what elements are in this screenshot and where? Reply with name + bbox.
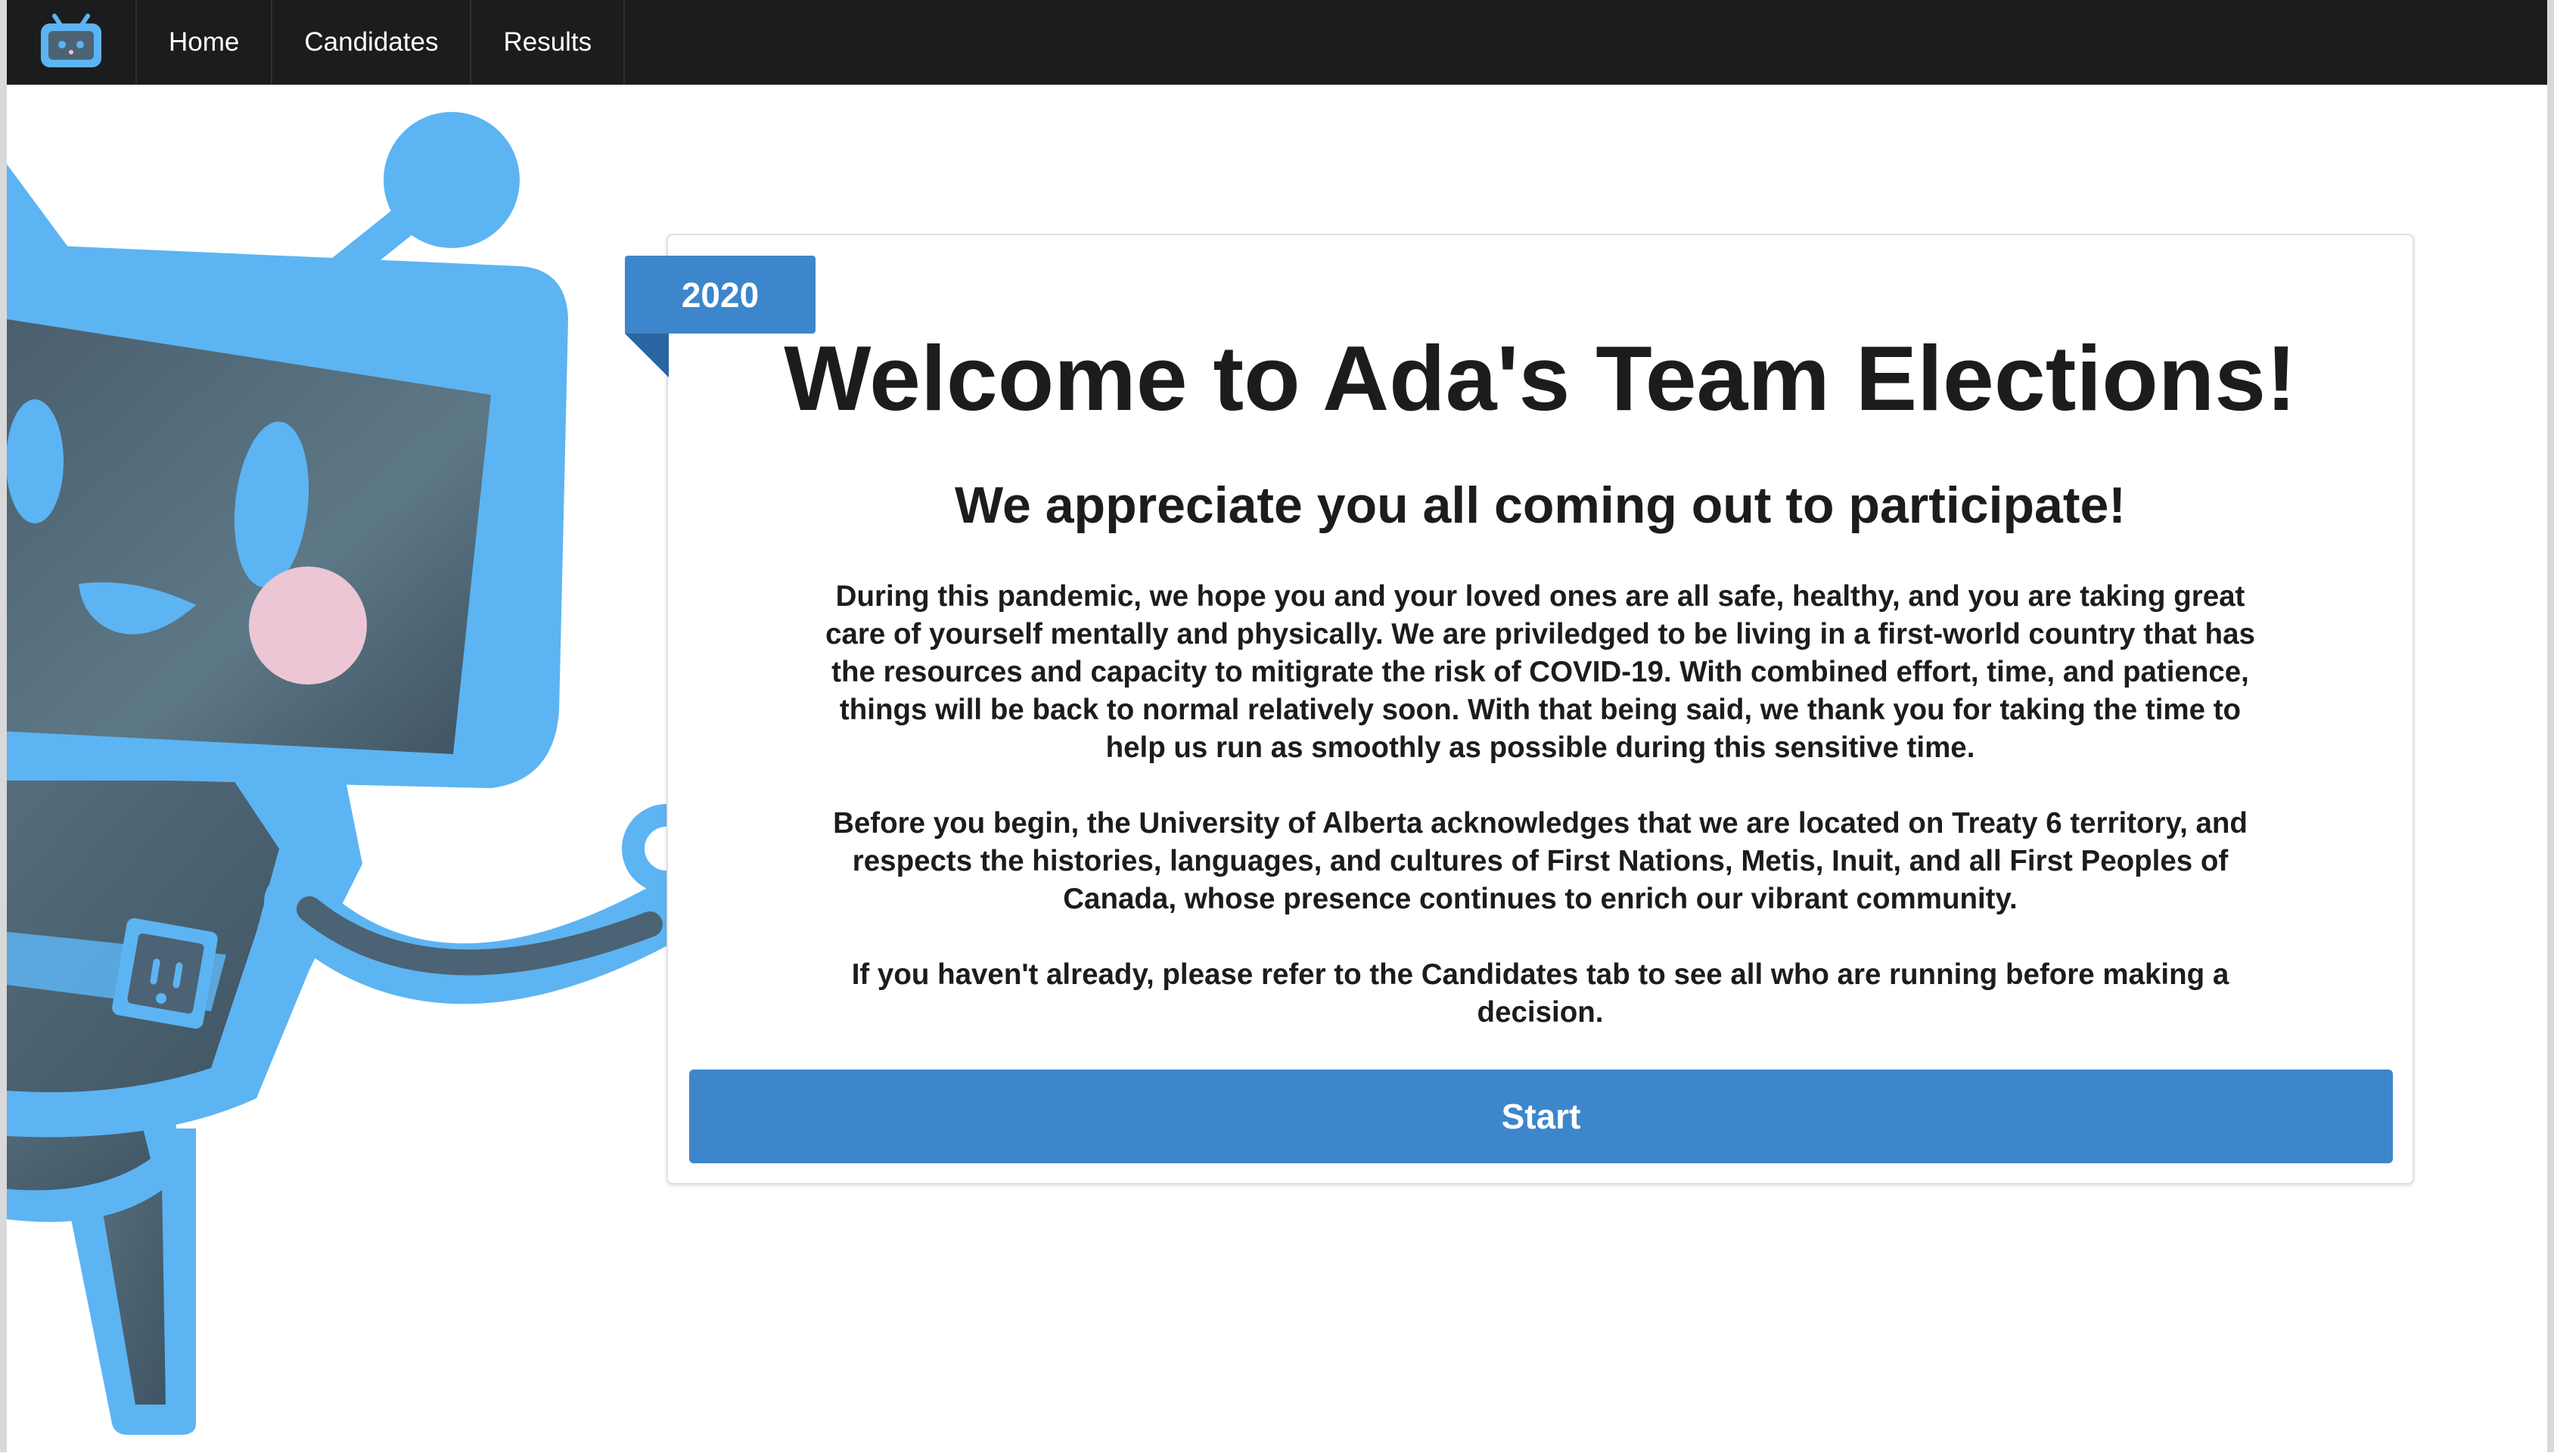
robot-logo-icon [36, 11, 106, 74]
land-acknowledgement-paragraph: Before you begin, the University of Albe… [833, 807, 2248, 915]
pandemic-message-paragraph: During this pandemic, we hope you and yo… [825, 580, 2255, 764]
page-subtitle: We appreciate you all coming out to part… [955, 477, 2126, 534]
top-navbar: Home Candidates Results [7, 0, 2547, 85]
window-frame-left [0, 0, 7, 1452]
window-frame-right [2547, 0, 2554, 1452]
robot-mascot-illustration [6, 85, 711, 1452]
start-button[interactable]: Start [689, 1069, 2393, 1163]
nav-item-results[interactable]: Results [471, 0, 626, 85]
candidates-reminder-paragraph: If you haven't already, please refer to … [851, 958, 2229, 1029]
nav-item-candidates[interactable]: Candidates [272, 0, 472, 85]
home-logo-link[interactable] [7, 0, 137, 85]
page-title: Welcome to Ada's Team Elections! [784, 327, 2297, 430]
ribbon-fold [625, 334, 669, 377]
nav-item-home[interactable]: Home [137, 0, 273, 85]
